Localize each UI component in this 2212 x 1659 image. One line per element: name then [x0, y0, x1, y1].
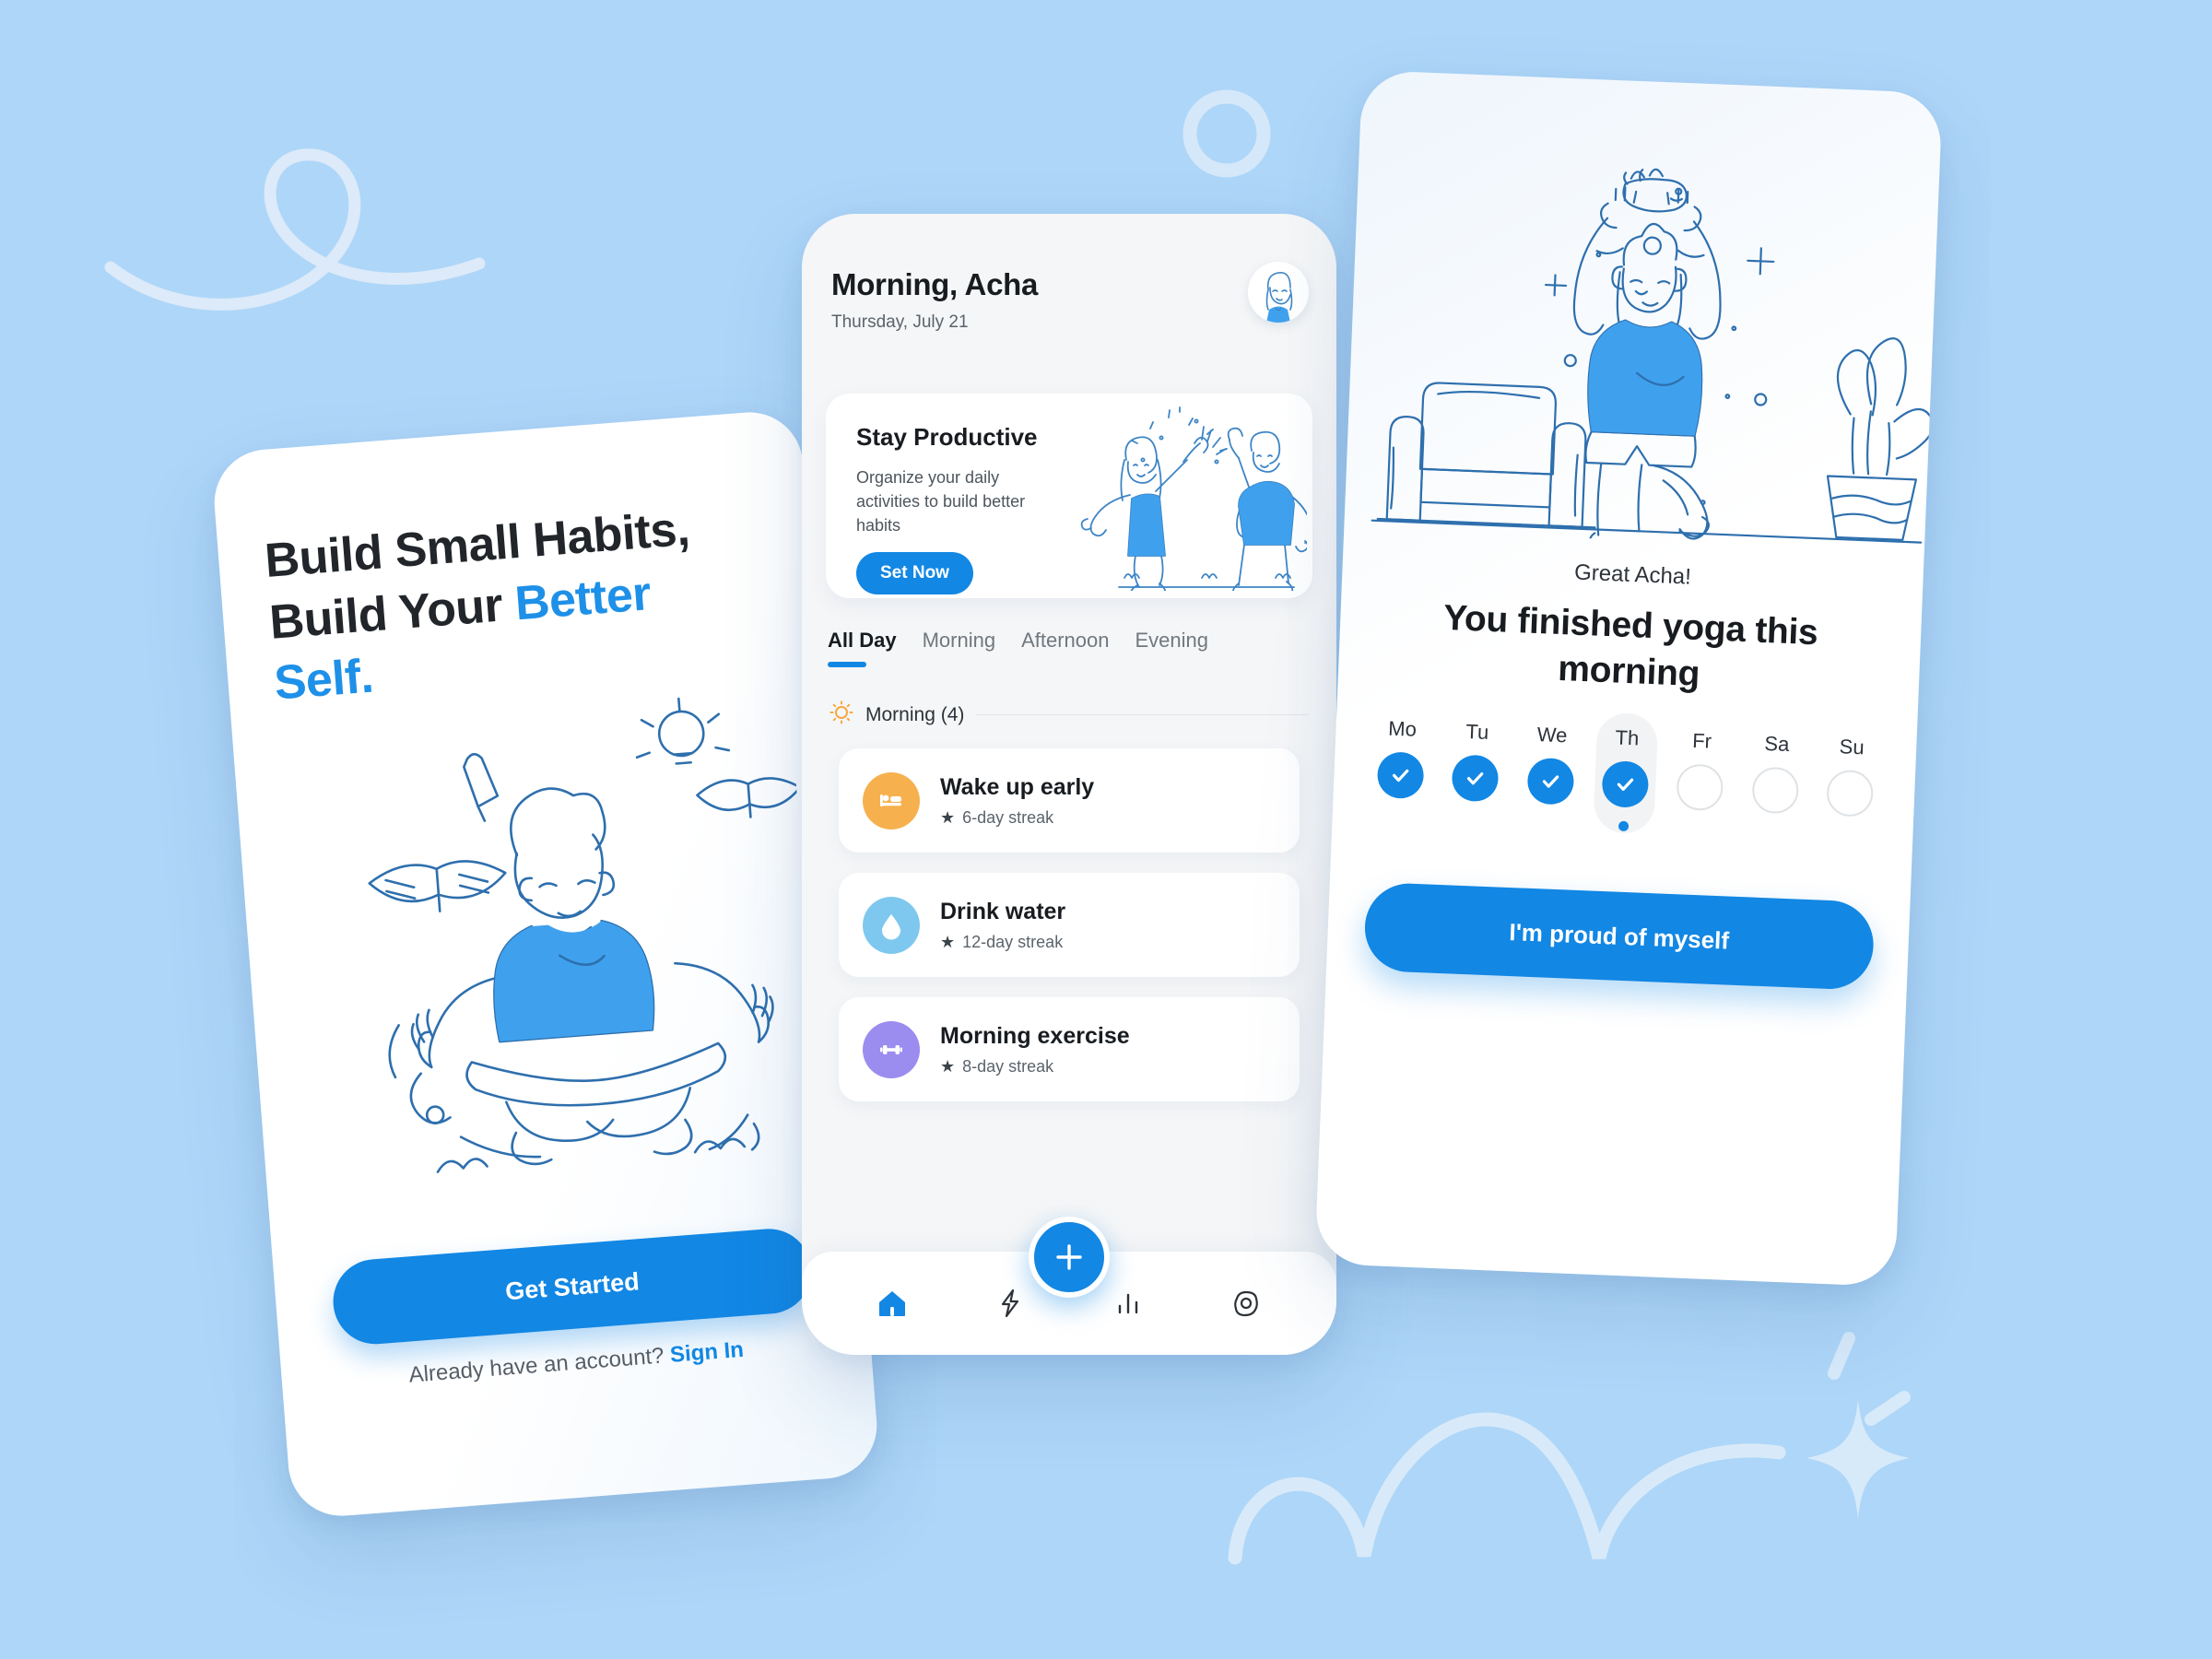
habit-streak-text: 6-day streak	[962, 807, 1054, 827]
day-label: We	[1536, 723, 1568, 747]
habit-list: Wake up early ★ 6-day streak Drink water…	[839, 748, 1300, 1101]
day-pill-sa[interactable]: Sa	[1743, 731, 1808, 815]
home-icon[interactable]	[867, 1278, 917, 1328]
section-header-morning: Morning (4)	[830, 700, 1309, 729]
circle-outline-icon	[1176, 83, 1277, 184]
star-icon: ★	[940, 1056, 956, 1076]
promo-title: Stay Productive	[856, 423, 1038, 451]
bar-chart-icon[interactable]	[1103, 1278, 1153, 1328]
day-label: Th	[1615, 725, 1640, 750]
section-label: Morning (4)	[865, 703, 965, 725]
habit-row-morning-exercise[interactable]: Morning exercise ★ 8-day streak	[839, 997, 1300, 1101]
day-label: Su	[1839, 735, 1865, 759]
habit-streak: ★ 12-day streak	[940, 933, 1065, 952]
day-label: Sa	[1763, 731, 1790, 757]
sun-icon	[830, 700, 853, 729]
signin-prompt-text: Already have an account?	[407, 1342, 672, 1388]
yoga-illustration	[1353, 133, 1940, 552]
celebration-title: You finished yoga this morning	[1442, 597, 1819, 694]
promo-card[interactable]: Stay Productive Organize your daily acti…	[826, 394, 1312, 598]
habit-row-drink-water[interactable]: Drink water ★ 12-day streak	[839, 873, 1300, 977]
day-check-icon	[1376, 751, 1425, 800]
get-started-button[interactable]: Get Started	[330, 1226, 815, 1347]
day-pill-fr[interactable]: Fr	[1668, 728, 1734, 812]
tab-morning[interactable]: Morning	[923, 629, 1021, 667]
daypart-tabs: All Day Morning Afternoon Evening	[828, 629, 1234, 667]
app-showcase-canvas: Build Small Habits, Build Your Better Se…	[0, 0, 2212, 1659]
set-now-button[interactable]: Set Now	[856, 552, 973, 594]
promo-description: Organize your daily activities to build …	[856, 468, 1026, 535]
habit-streak: ★ 8-day streak	[940, 1057, 1130, 1077]
day-pill-we[interactable]: We	[1518, 722, 1583, 806]
day-label: Tu	[1465, 719, 1489, 744]
day-pill-mo[interactable]: Mo	[1369, 716, 1434, 800]
habit-streak-text: 8-day streak	[962, 1056, 1054, 1076]
day-check-icon	[1451, 754, 1500, 803]
tab-all-day[interactable]: All Day	[828, 629, 923, 667]
water-drop-icon	[863, 896, 920, 954]
week-day-tracker: Mo Tu We Th Fr Sa Su	[1369, 712, 1884, 835]
page-title: Build Small Habits, Build Your Better Se…	[263, 494, 755, 714]
habit-streak: ★ 6-day streak	[940, 808, 1094, 828]
tab-evening[interactable]: Evening	[1135, 629, 1234, 667]
celebration-screen: Great Acha! You finished yoga this morni…	[1314, 69, 1943, 1288]
greeting-title: Morning, Acha	[831, 267, 1039, 301]
day-empty-circle-icon	[1676, 763, 1724, 812]
meditation-illustration	[265, 677, 825, 1195]
day-check-icon	[1526, 757, 1575, 806]
habit-title: Drink water	[940, 898, 1066, 924]
greeting-date: Thursday, July 21	[831, 312, 969, 332]
tab-afternoon[interactable]: Afternoon	[1021, 629, 1135, 667]
section-divider	[976, 714, 1309, 715]
camera-icon[interactable]	[1221, 1278, 1271, 1328]
bed-icon	[863, 771, 920, 830]
avatar[interactable]	[1248, 262, 1309, 323]
day-pill-su[interactable]: Su	[1818, 734, 1883, 818]
day-label: Fr	[1691, 728, 1712, 753]
headline-line-2: Build Your	[267, 577, 518, 650]
lightning-bolt-icon[interactable]	[985, 1278, 1035, 1328]
habit-row-wake-up-early[interactable]: Wake up early ★ 6-day streak	[839, 748, 1300, 853]
celebration-subtitle: Great Acha!	[1573, 559, 1692, 590]
star-icon: ★	[940, 932, 956, 951]
home-screen: Morning, Acha Thursday, July 21 Stay Pro…	[802, 214, 1336, 1355]
day-label: Mo	[1387, 716, 1418, 741]
habit-title: Wake up early	[940, 773, 1095, 800]
habit-title: Morning exercise	[940, 1022, 1130, 1049]
habit-streak-text: 12-day streak	[962, 932, 1064, 951]
bouncing-arc-icon	[1226, 1336, 1797, 1613]
greeting-block: Morning, Acha Thursday, July 21	[831, 267, 1038, 333]
day-empty-circle-icon	[1750, 766, 1799, 815]
sparkle-icon	[1770, 1300, 2046, 1558]
dumbbell-icon	[863, 1020, 920, 1078]
sign-in-link[interactable]: Sign In	[669, 1337, 745, 1368]
day-pill-tu[interactable]: Tu	[1443, 719, 1509, 803]
proud-of-myself-button[interactable]: I'm proud of myself	[1363, 881, 1876, 991]
headline-accent-self: Self.	[272, 649, 376, 711]
high-five-illustration	[1058, 406, 1312, 598]
star-icon: ★	[940, 807, 956, 827]
day-empty-circle-icon	[1826, 769, 1875, 818]
day-pill-th-selected[interactable]: Th	[1593, 712, 1659, 835]
add-habit-fab[interactable]	[1029, 1217, 1110, 1298]
loop-squiggle-icon	[101, 83, 488, 323]
onboarding-screen: Build Small Habits, Build Your Better Se…	[210, 408, 881, 1520]
headline-accent-better: Better	[512, 566, 653, 630]
